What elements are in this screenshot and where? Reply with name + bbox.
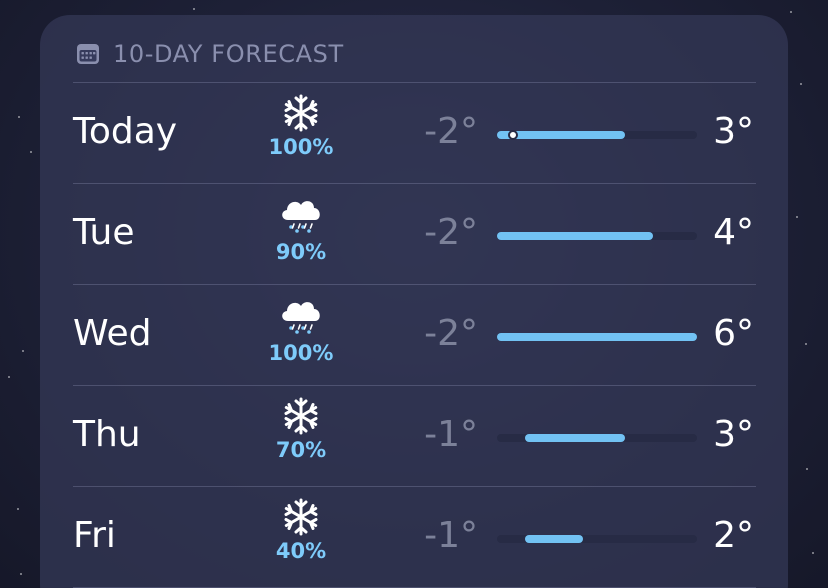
calendar-icon	[77, 44, 99, 64]
precip-probability: 90%	[275, 240, 327, 264]
background-star	[790, 11, 792, 13]
snowflake-icon	[284, 94, 318, 132]
low-temp: -2°	[424, 212, 478, 253]
temp-range-fill	[497, 333, 697, 341]
forecast-header: 10-DAY FORECAST	[75, 39, 344, 69]
precip-probability: 40%	[275, 539, 327, 563]
temp-range-bar	[497, 333, 697, 341]
high-temp: 2°	[713, 515, 754, 556]
day-label: Today	[73, 111, 178, 152]
forecast-row-fri[interactable]: Fri 40% -1° 2°	[40, 487, 788, 587]
precip-probability: 70%	[275, 438, 327, 462]
background-star	[800, 83, 802, 85]
high-temp: 3°	[713, 414, 754, 455]
forecast-row-wed[interactable]: Wed 100% -2° 6°	[40, 285, 788, 385]
low-temp: -1°	[424, 414, 478, 455]
precip-probability: 100%	[268, 135, 334, 159]
temp-range-bar	[497, 232, 697, 240]
background-star	[812, 552, 814, 554]
temp-range-bar	[497, 130, 697, 140]
forecast-row-tue[interactable]: Tue 90% -2° 4°	[40, 184, 788, 284]
high-temp: 4°	[713, 212, 754, 253]
day-label: Fri	[73, 515, 116, 556]
snowflake-icon	[284, 397, 318, 435]
forecast-card[interactable]: 10-DAY FORECAST Today 100% -2° 3° Tue 90…	[40, 15, 788, 588]
background-star	[796, 216, 798, 218]
temp-range-bar	[497, 535, 697, 543]
day-label: Thu	[73, 414, 141, 455]
condition: 100%	[256, 93, 346, 159]
background-star	[8, 376, 10, 378]
background-star	[806, 468, 808, 470]
forecast-row-today[interactable]: Today 100% -2° 3°	[40, 83, 788, 183]
temp-range-bar	[497, 434, 697, 442]
cloud-snow-icon	[282, 201, 320, 233]
condition: 40%	[256, 497, 346, 563]
temp-range-fill	[525, 434, 625, 442]
high-temp: 3°	[713, 111, 754, 152]
background-star	[20, 573, 22, 575]
low-temp: -2°	[424, 111, 478, 152]
snowflake-icon	[284, 498, 318, 536]
temp-range-fill	[497, 232, 653, 240]
low-temp: -2°	[424, 313, 478, 354]
forecast-title: 10-DAY FORECAST	[113, 40, 344, 68]
temp-range-fill	[525, 535, 583, 543]
background-star	[22, 350, 24, 352]
low-temp: -1°	[424, 515, 478, 556]
precip-probability: 100%	[268, 341, 334, 365]
cloud-snow-icon	[282, 302, 320, 334]
forecast-row-thu[interactable]: Thu 70% -1° 3°	[40, 386, 788, 486]
condition: 100%	[256, 295, 346, 365]
current-temp-indicator	[508, 130, 518, 140]
condition: 90%	[256, 194, 346, 264]
background-star	[193, 8, 195, 10]
day-label: Tue	[73, 212, 135, 253]
day-label: Wed	[73, 313, 152, 354]
high-temp: 6°	[713, 313, 754, 354]
background-star	[30, 151, 32, 153]
background-star	[17, 508, 19, 510]
background-star	[18, 116, 20, 118]
background-star	[805, 343, 807, 345]
condition: 70%	[256, 396, 346, 462]
